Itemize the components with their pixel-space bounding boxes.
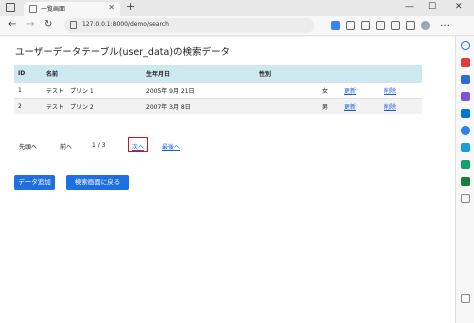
table-header-row: ID 名前 生年月日 性別 [14,65,422,82]
page-title: ユーザーデータテーブル(user_data)の検索データ [15,47,231,58]
add-icon[interactable] [461,194,470,203]
tools-icon[interactable] [461,75,470,84]
tab-close-icon[interactable]: ✕ [108,3,115,12]
reload-button[interactable]: ↻ [44,19,52,31]
browser-window-icon[interactable] [6,3,15,12]
forward-button[interactable]: → [26,19,34,31]
pager-first: 先頭へ [19,144,38,151]
column-header-birthdate: 生年月日 [142,65,255,82]
table-row: 2 テスト プリン 2 2007年 3月 8日 男 更新 削除 [14,97,422,114]
split-screen-icon[interactable] [376,21,385,30]
column-header-id: ID [14,65,42,82]
cell-birthdate: 2007年 3月 8日 [142,97,255,114]
column-header-delete [380,65,422,82]
cell-gender: 女 [255,81,340,98]
pager-last-link[interactable]: 最後へ [162,142,180,151]
search-icon[interactable] [461,41,470,50]
pager-prev: 前へ [60,144,73,151]
new-tab-button[interactable]: + [126,1,135,13]
column-header-update [340,65,380,82]
collections-icon[interactable] [406,21,415,30]
update-link[interactable]: 更新 [344,104,356,111]
settings-icon[interactable] [461,294,470,303]
profile-icon[interactable] [421,21,430,30]
update-link[interactable]: 更新 [344,88,356,95]
navigation-bar: ← → ↻ 127.0.0.1:8000/demo/search … [0,16,474,36]
close-window-button[interactable]: ✕ [455,1,463,13]
drop-icon[interactable] [461,143,470,152]
add-data-button[interactable]: データ追加 [14,175,55,190]
table-row: 1 テスト プリン 1 2005年 9月 21日 女 更新 削除 [14,81,422,98]
user-data-table: ID 名前 生年月日 性別 1 テスト プリン 1 2005年 9月 21日 女… [14,65,422,114]
minimize-button[interactable]: — [405,1,414,13]
cell-birthdate: 2005年 9月 21日 [142,81,255,98]
address-bar[interactable]: 127.0.0.1:8000/demo/search [64,18,314,33]
page-content: ユーザーデータテーブル(user_data)の検索データ ID 名前 生年月日 … [0,37,455,323]
designer-icon[interactable] [461,160,470,169]
back-button[interactable]: ← [8,19,16,31]
outlook-icon[interactable] [461,109,470,118]
delete-link[interactable]: 削除 [384,88,396,95]
extension-icon[interactable] [331,21,340,30]
back-to-search-button[interactable]: 検索画面に戻る [66,175,129,190]
shopping-icon[interactable] [461,58,470,67]
pager-next-link[interactable]: 次へ [132,142,144,151]
cell-gender: 男 [255,97,340,114]
games-icon[interactable] [461,92,470,101]
browser-tab[interactable]: 一覧画面 ✕ [24,2,120,16]
maximize-button[interactable]: ☐ [428,1,436,13]
tree-icon[interactable] [461,177,470,186]
pager-page-info: 1 / 3 [92,142,106,149]
browser-sidebar [455,36,474,323]
cell-name: テスト プリン 2 [42,97,142,114]
title-bar: 一覧画面 ✕ + — ☐ ✕ [0,0,474,16]
menu-icon[interactable]: … [440,18,450,30]
favorites-icon[interactable] [391,21,400,30]
favicon-icon [29,5,37,13]
column-header-name: 名前 [42,65,142,82]
cell-name: テスト プリン 1 [42,81,142,98]
cell-id: 2 [14,97,42,114]
url-text[interactable]: 127.0.0.1:8000/demo/search [82,21,169,28]
delete-link[interactable]: 削除 [384,104,396,111]
reading-view-icon[interactable] [346,21,355,30]
lock-icon[interactable] [70,21,77,29]
tab-title: 一覧画面 [41,6,66,13]
star-icon[interactable] [361,21,370,30]
cell-delete: 削除 [380,97,422,114]
office-icon[interactable] [461,126,470,135]
column-header-gender: 性別 [255,65,340,82]
cell-update: 更新 [340,81,380,98]
cell-update: 更新 [340,97,380,114]
cell-id: 1 [14,81,42,98]
cell-delete: 削除 [380,81,422,98]
